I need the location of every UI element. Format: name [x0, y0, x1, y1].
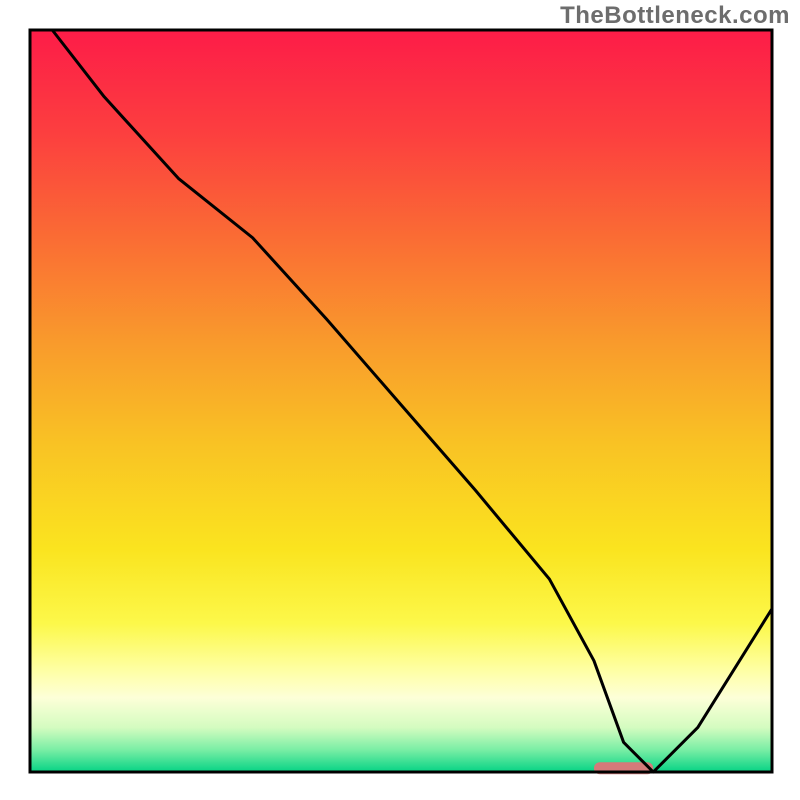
- chart-container: TheBottleneck.com: [0, 0, 800, 800]
- gradient-background: [30, 30, 772, 772]
- bottleneck-chart: [0, 0, 800, 800]
